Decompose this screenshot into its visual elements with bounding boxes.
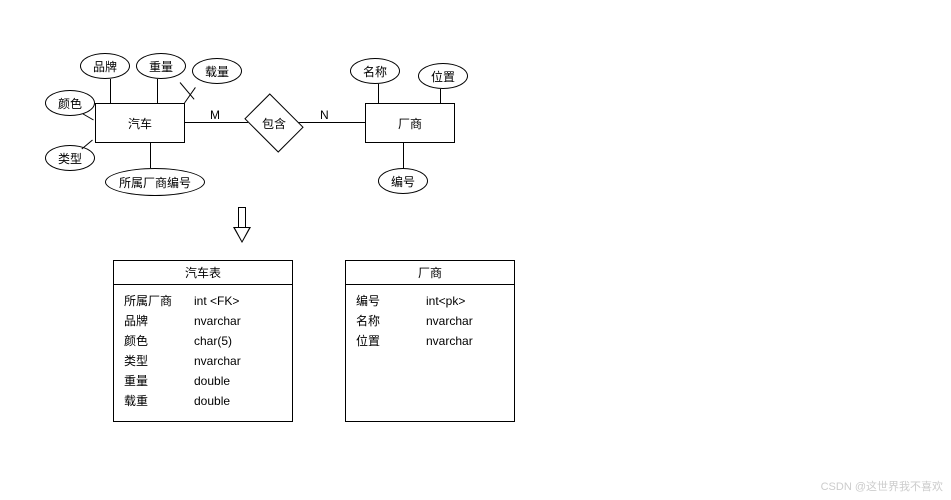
line-rel-vendor (298, 122, 365, 123)
entity-vendor: 厂商 (365, 103, 455, 143)
table-car: 汽车表 所属厂商int <FK> 品牌nvarchar 颜色char(5) 类型… (113, 260, 293, 422)
attr-brand: 品牌 (80, 53, 130, 79)
table-row: 类型nvarchar (124, 351, 282, 371)
line-weight (157, 79, 158, 103)
table-row: 编号int<pk> (356, 291, 504, 311)
attr-id-label: 编号 (391, 173, 415, 190)
col-name: 颜色 (124, 331, 194, 351)
attr-brand-label: 品牌 (93, 58, 117, 75)
line-name (378, 84, 379, 103)
attr-load-label: 载量 (205, 63, 229, 80)
col-type: nvarchar (426, 311, 504, 331)
table-row: 名称nvarchar (356, 311, 504, 331)
attr-weight: 重量 (136, 53, 186, 79)
col-type: nvarchar (194, 351, 282, 371)
attr-location: 位置 (418, 63, 468, 89)
col-name: 品牌 (124, 311, 194, 331)
attr-name: 名称 (350, 58, 400, 84)
col-type: nvarchar (194, 311, 282, 331)
col-name: 所属厂商 (124, 291, 194, 311)
attr-type: 类型 (45, 145, 95, 171)
entity-car-label: 汽车 (128, 115, 152, 132)
col-type: int<pk> (426, 291, 504, 311)
attr-load: 载量 (192, 58, 242, 84)
col-name: 重量 (124, 371, 194, 391)
table-vendor-title: 厂商 (346, 261, 514, 285)
col-name: 位置 (356, 331, 426, 351)
col-type: int <FK> (194, 291, 282, 311)
attr-color-label: 颜色 (58, 95, 82, 112)
attr-weight-label: 重量 (149, 58, 173, 75)
col-type: char(5) (194, 331, 282, 351)
col-type: double (194, 391, 282, 411)
table-vendor-body: 编号int<pk> 名称nvarchar 位置nvarchar (346, 285, 514, 357)
line-id (403, 143, 404, 168)
attr-name-label: 名称 (363, 63, 387, 80)
table-car-title: 汽车表 (114, 261, 292, 285)
cardinality-n: N (320, 108, 329, 122)
table-vendor: 厂商 编号int<pk> 名称nvarchar 位置nvarchar (345, 260, 515, 422)
col-name: 载重 (124, 391, 194, 411)
table-row: 位置nvarchar (356, 331, 504, 351)
col-name: 名称 (356, 311, 426, 331)
table-row: 品牌nvarchar (124, 311, 282, 331)
table-row: 载重double (124, 391, 282, 411)
attr-vendor-id-label: 所属厂商编号 (119, 174, 191, 191)
relationship-label: 包含 (262, 115, 286, 132)
line-car-rel (185, 122, 248, 123)
line-brand (110, 79, 111, 103)
col-type: nvarchar (426, 331, 504, 351)
attr-id: 编号 (378, 168, 428, 194)
attr-location-label: 位置 (431, 68, 455, 85)
arrow-icon (235, 207, 249, 243)
entity-vendor-label: 厂商 (398, 115, 422, 132)
col-name: 类型 (124, 351, 194, 371)
table-car-body: 所属厂商int <FK> 品牌nvarchar 颜色char(5) 类型nvar… (114, 285, 292, 417)
table-row: 重量double (124, 371, 282, 391)
col-name: 编号 (356, 291, 426, 311)
watermark: CSDN @这世界我不喜欢 (821, 478, 943, 494)
line-color (83, 114, 94, 121)
attr-type-label: 类型 (58, 150, 82, 167)
attr-vendor-id: 所属厂商编号 (105, 168, 205, 196)
line-location (440, 89, 441, 103)
cardinality-m: M (210, 108, 220, 122)
table-row: 所属厂商int <FK> (124, 291, 282, 311)
attr-color: 颜色 (45, 90, 95, 116)
table-row: 颜色char(5) (124, 331, 282, 351)
line-vendor-id (150, 143, 151, 168)
relationship-label-wrap: 包含 (248, 105, 300, 141)
col-type: double (194, 371, 282, 391)
entity-car: 汽车 (95, 103, 185, 143)
